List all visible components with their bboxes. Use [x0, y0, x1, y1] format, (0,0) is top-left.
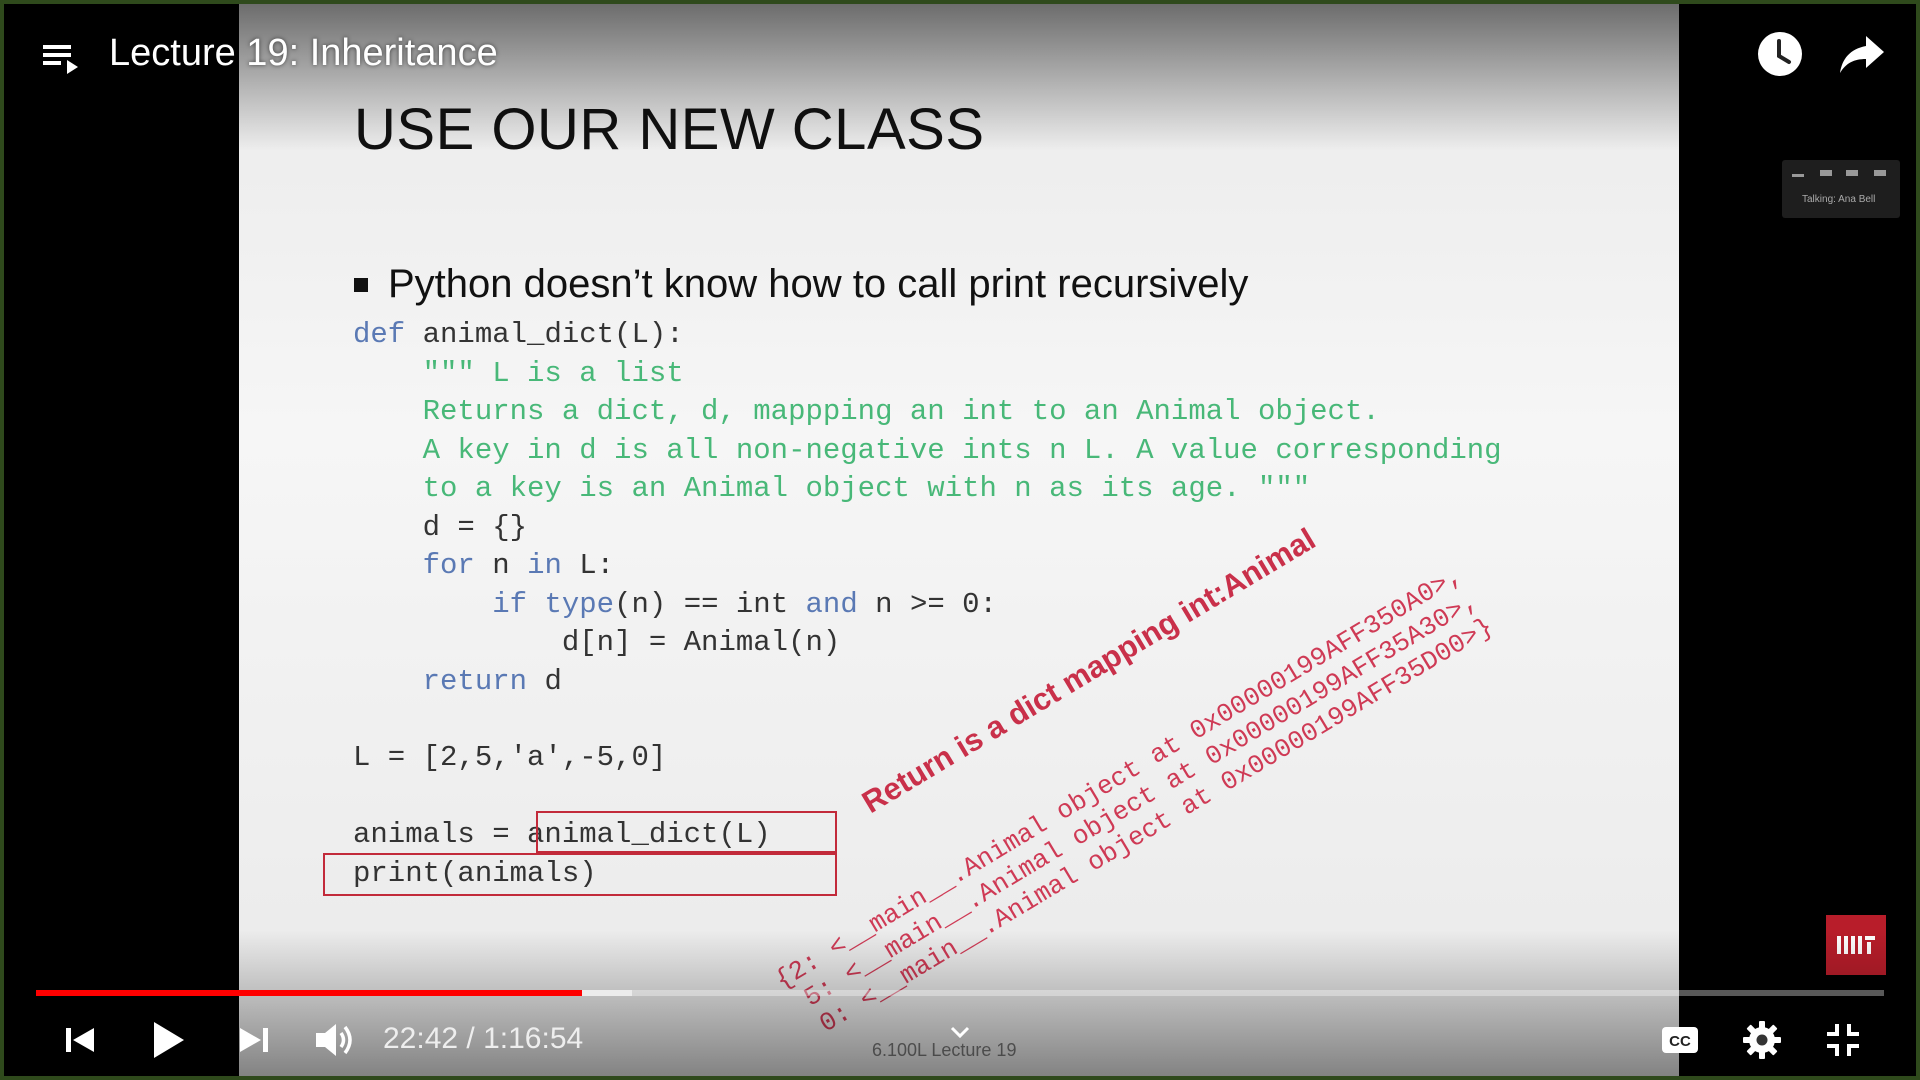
meeting-speaker-label: Talking: Ana Bell [1802, 194, 1876, 205]
exit-fullscreen-button[interactable] [1823, 1020, 1863, 1060]
code-text: n [474, 549, 528, 582]
next-button[interactable] [234, 1020, 274, 1060]
highlight-box-call [536, 811, 837, 853]
progress-bar[interactable] [36, 990, 1884, 996]
bullet-marker [354, 277, 368, 292]
chapters-toggle-button[interactable] [946, 1024, 974, 1042]
playlist-icon [43, 45, 78, 74]
lecture-slide: USE OUR NEW CLASS Python doesn’t know ho… [239, 0, 1679, 1080]
clock-icon [1758, 32, 1802, 76]
closed-captions-icon: CC [1662, 1027, 1698, 1053]
time-total: 1:16:54 [483, 1022, 584, 1055]
slide-bullet: Python doesn’t know how to call print re… [354, 262, 1248, 307]
mit-logo-mark [1837, 936, 1875, 954]
volume-button[interactable] [313, 1019, 357, 1061]
meeting-participant-strip: Talking: Ana Bell [1782, 160, 1900, 218]
mit-logo [1826, 915, 1886, 975]
svg-text:CC: CC [1669, 1033, 1691, 1050]
skip-next-icon [240, 1028, 268, 1052]
playlist-button[interactable] [40, 36, 82, 78]
video-title[interactable]: Lecture 19: Inheritance [109, 32, 498, 75]
captions-button[interactable]: CC [1660, 1024, 1700, 1056]
chevron-down-icon [950, 1026, 970, 1039]
slide-title: USE OUR NEW CLASS [354, 97, 985, 162]
code-text: (n) == int [614, 587, 806, 621]
share-button[interactable] [1838, 32, 1886, 76]
code-keyword: if [492, 587, 528, 621]
code-text: n >= 0: [857, 587, 997, 621]
code-list-line: L = [2,5,'a',-5,0] [353, 741, 667, 774]
settings-button[interactable] [1741, 1019, 1783, 1061]
watch-later-button[interactable] [1756, 30, 1804, 78]
code-builtin: type [544, 587, 615, 621]
play-button[interactable] [146, 1018, 190, 1062]
code-keyword: def [353, 318, 406, 351]
code-line: def animal_dict(L): [353, 316, 1502, 355]
skip-previous-icon [66, 1028, 94, 1052]
code-keyword: in [527, 549, 562, 582]
share-arrow-icon [1840, 36, 1884, 73]
strip-segment [1820, 170, 1832, 176]
code-line: if type(n) == int and n >= 0: [353, 586, 1502, 625]
strip-segment [1792, 174, 1804, 177]
time-separator: / [458, 1022, 484, 1055]
time-current: 22:42 [383, 1022, 459, 1055]
progress-played [36, 990, 582, 996]
code-text: animal_dict(L): [405, 318, 684, 351]
gear-icon [1743, 1021, 1781, 1059]
volume-icon [316, 1024, 352, 1056]
exit-fullscreen-icon [1827, 1024, 1859, 1056]
code-keyword: and [805, 587, 858, 621]
code-docstring-line: A key in d is all non-negative ints n L.… [353, 433, 1502, 467]
bullet-text: Python doesn’t know how to call print re… [388, 262, 1249, 306]
code-docstring-line: to a key is an Animal object with n as i… [353, 472, 1311, 505]
strip-segment [1846, 170, 1858, 176]
video-player[interactable]: USE OUR NEW CLASS Python doesn’t know ho… [0, 0, 1920, 1080]
code-text: d [527, 664, 562, 698]
strip-segment [1874, 170, 1886, 176]
previous-button[interactable] [60, 1020, 100, 1060]
code-keyword: return [422, 664, 528, 698]
code-keyword: for [422, 549, 475, 582]
code-line: d = {} [353, 510, 528, 544]
code-docstring-line: Returns a dict, d, mappping an int to an… [353, 395, 1380, 428]
code-docstring-line: """ L is a list [353, 356, 684, 390]
play-icon [154, 1022, 184, 1058]
code-text: L: [561, 549, 615, 582]
time-display: 22:42 / 1:16:54 [383, 1022, 583, 1056]
code-line: for n in L: [353, 547, 1502, 586]
highlight-box-print [323, 853, 837, 896]
slide-footer: 6.100L Lecture 19 [872, 1040, 1017, 1060]
